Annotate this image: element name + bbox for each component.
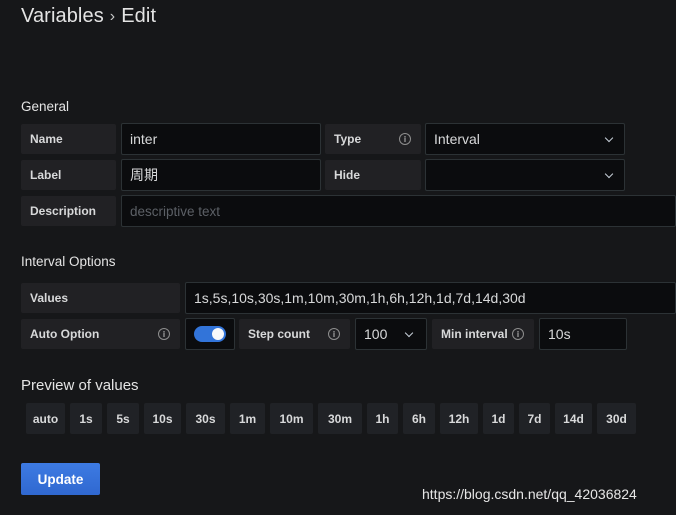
variable-edit-page: Variables › Edit General Name inter Type… xyxy=(0,0,676,515)
section-preview-title: Preview of values xyxy=(21,377,139,394)
preview-value-chip: 10m xyxy=(270,403,313,434)
hide-label: Hide xyxy=(325,160,421,190)
info-circle-icon[interactable]: i xyxy=(158,328,170,340)
step-count-label: Step count i xyxy=(239,319,350,349)
preview-value-chip: 6h xyxy=(403,403,435,434)
auto-option-label-text: Auto Option xyxy=(30,327,100,341)
chevron-down-icon xyxy=(404,328,414,338)
min-interval-label-text: Min interval xyxy=(441,327,508,341)
description-label: Description xyxy=(21,196,116,226)
name-input[interactable]: inter xyxy=(121,123,321,155)
breadcrumb-separator: › xyxy=(109,7,116,25)
toggle-knob xyxy=(212,328,224,340)
preview-value-chip: 10s xyxy=(144,403,181,434)
hide-select[interactable] xyxy=(425,159,625,191)
preview-value-chip: 14d xyxy=(555,403,592,434)
step-count-value: 100 xyxy=(364,326,388,342)
preview-value-chip: 30s xyxy=(186,403,225,434)
info-circle-icon[interactable]: i xyxy=(512,328,524,340)
label-input[interactable]: 周期 xyxy=(121,159,321,191)
label-label: Label xyxy=(21,160,116,190)
preview-value-chip: 30m xyxy=(318,403,362,434)
auto-option-label: Auto Option i xyxy=(21,319,180,349)
auto-option-toggle[interactable] xyxy=(194,326,226,342)
type-label: Type i xyxy=(325,124,421,154)
preview-value-chip: 1s xyxy=(70,403,102,434)
min-interval-input[interactable]: 10s xyxy=(539,318,627,350)
info-circle-icon[interactable]: i xyxy=(328,328,340,340)
breadcrumb-current: Edit xyxy=(121,5,157,27)
preview-value-chip: 1d xyxy=(483,403,514,434)
type-select-value: Interval xyxy=(434,131,480,147)
type-label-text: Type xyxy=(334,132,362,146)
page-title: Variables › Edit xyxy=(21,5,156,28)
preview-value-chip: 1m xyxy=(230,403,265,434)
breadcrumb-variables[interactable]: Variables xyxy=(21,5,104,28)
values-label: Values xyxy=(21,283,180,313)
section-general-title: General xyxy=(21,99,70,114)
preview-value-chip: 7d xyxy=(519,403,550,434)
info-circle-icon[interactable]: i xyxy=(399,133,411,145)
auto-option-switch-field xyxy=(185,318,235,350)
preview-value-chip: 12h xyxy=(440,403,478,434)
description-input[interactable]: descriptive text xyxy=(121,195,676,227)
update-button[interactable]: Update xyxy=(21,463,100,495)
step-count-label-text: Step count xyxy=(248,327,310,341)
step-count-select[interactable]: 100 xyxy=(355,318,427,350)
section-interval-options-title: Interval Options xyxy=(21,254,116,269)
min-interval-label: Min interval i xyxy=(432,319,534,349)
name-label: Name xyxy=(21,124,116,154)
preview-value-chip: 1h xyxy=(367,403,398,434)
preview-value-chip: 5s xyxy=(107,403,139,434)
preview-value-chip: 30d xyxy=(597,403,636,434)
values-input[interactable]: 1s,5s,10s,30s,1m,10m,30m,1h,6h,12h,1d,7d… xyxy=(185,282,676,314)
preview-value-chip: auto xyxy=(26,403,65,434)
chevron-down-icon xyxy=(604,133,614,143)
chevron-down-icon xyxy=(604,169,614,179)
watermark-text: https://blog.csdn.net/qq_42036824 xyxy=(422,486,637,502)
preview-values-list: auto 1s 5s 10s 30s 1m 10m 30m 1h 6h 12h … xyxy=(26,403,636,434)
type-select[interactable]: Interval xyxy=(425,123,625,155)
